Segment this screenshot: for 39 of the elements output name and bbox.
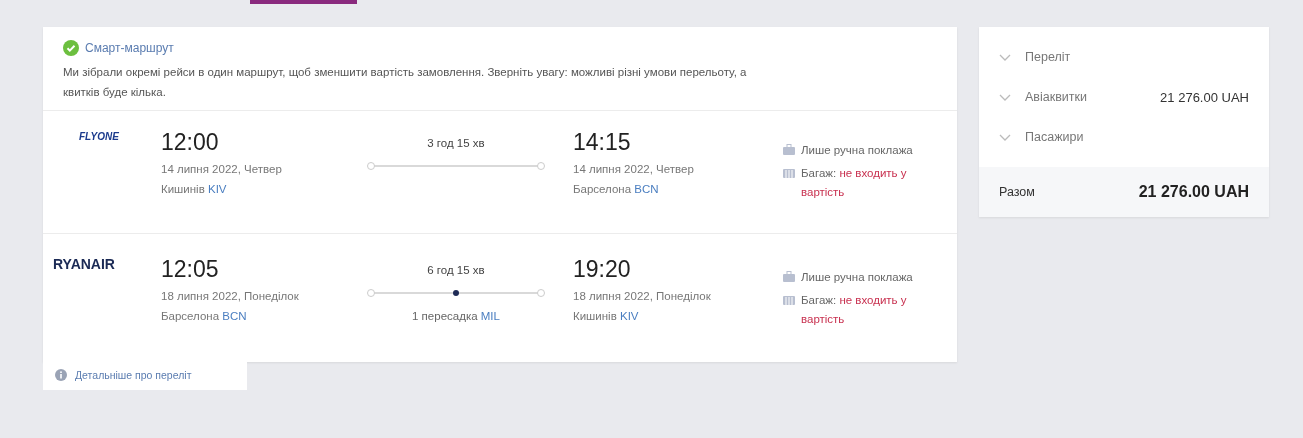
details-link[interactable]: Детальніше про переліт <box>43 362 247 390</box>
date-text: 14 липня 2022, Четвер <box>161 162 283 177</box>
route-description: Ми зібрали окремі рейси в один маршрут, щоб зменшити вартість замовлення. Зверніть увагу: можливі різні умови перельоту, а квитків буде кілька. <box>63 65 748 100</box>
time-text: 19:20 <box>573 256 632 282</box>
bag-icon <box>783 271 795 282</box>
summary-label[interactable]: Пасажири <box>1025 130 1249 144</box>
baggage-text: Багаж: не входить у вартість <box>801 166 908 200</box>
luggage-text: Лише ручна поклажа <box>801 143 913 158</box>
info-icon <box>55 369 67 381</box>
route-title: Смарт-маршрут <box>85 41 174 55</box>
total-value: 21 276.00 UAH <box>1138 183 1249 201</box>
chevron-icon[interactable] <box>999 53 1011 61</box>
place-text: Кишинів KIV <box>161 182 228 197</box>
baggage-text: Багаж: не входить у вартість <box>801 293 908 327</box>
date-text: 18 липня 2022, Понеділок <box>161 289 300 304</box>
time-text: 12:00 <box>161 129 220 155</box>
place-text: Барселона BCN <box>161 309 248 324</box>
suitcase-icon <box>783 167 795 178</box>
time-text: 14:15 <box>573 129 632 155</box>
duration-text: 3 год 15 хв <box>427 137 485 149</box>
airline-logo: RYANAIR <box>52 256 116 272</box>
place-text: Кишинів KIV <box>573 309 640 324</box>
duration-text: 6 год 15 хв <box>427 264 485 276</box>
chevron-icon[interactable] <box>999 133 1011 141</box>
check-icon <box>63 40 79 56</box>
suitcase-icon <box>783 294 795 305</box>
date-text: 18 липня 2022, Понеділок <box>573 289 712 304</box>
bag-icon <box>783 144 795 155</box>
place-text: Барселона BCN <box>573 182 660 197</box>
total-label: Разом <box>999 185 1035 199</box>
summary-value: 21 276.00 UAH <box>1160 89 1249 105</box>
luggage-text: Лише ручна поклажа <box>801 270 913 285</box>
chevron-icon[interactable] <box>999 93 1011 101</box>
airline-logo: FLYONE <box>78 130 120 142</box>
summary-label[interactable]: Переліт <box>1025 50 1249 64</box>
summary-label[interactable]: Авіаквитки <box>1025 90 1161 104</box>
stops-text: 1 пересадка MIL <box>412 310 500 322</box>
date-text: 14 липня 2022, Четвер <box>573 162 695 177</box>
time-text: 12:05 <box>161 256 220 282</box>
